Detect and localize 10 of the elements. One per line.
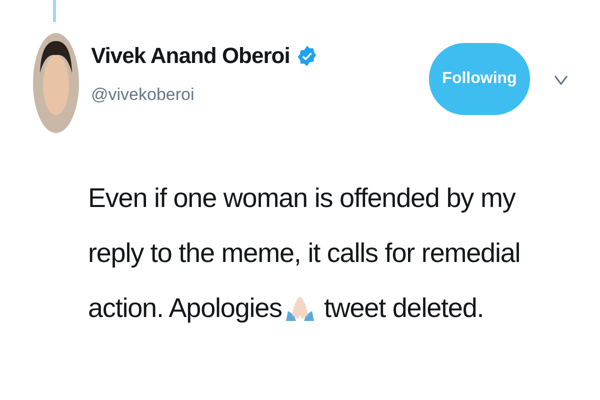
tweet-text-line: tweet deleted. <box>324 293 484 323</box>
thread-line <box>53 0 56 22</box>
praying-hands-icon <box>284 295 316 321</box>
tweet-text-line: action. Apologies <box>88 293 282 323</box>
following-button[interactable]: Following <box>429 43 530 115</box>
tweet-text-line: Even if one woman is offended by my <box>88 183 516 213</box>
chevron-down-icon[interactable] <box>554 75 568 85</box>
tweet-text-line: reply to the meme, it calls for remedial <box>88 238 520 268</box>
author-name: Vivek Anand Oberoi <box>91 43 290 69</box>
author-handle: @vivekoberoi <box>91 85 196 105</box>
